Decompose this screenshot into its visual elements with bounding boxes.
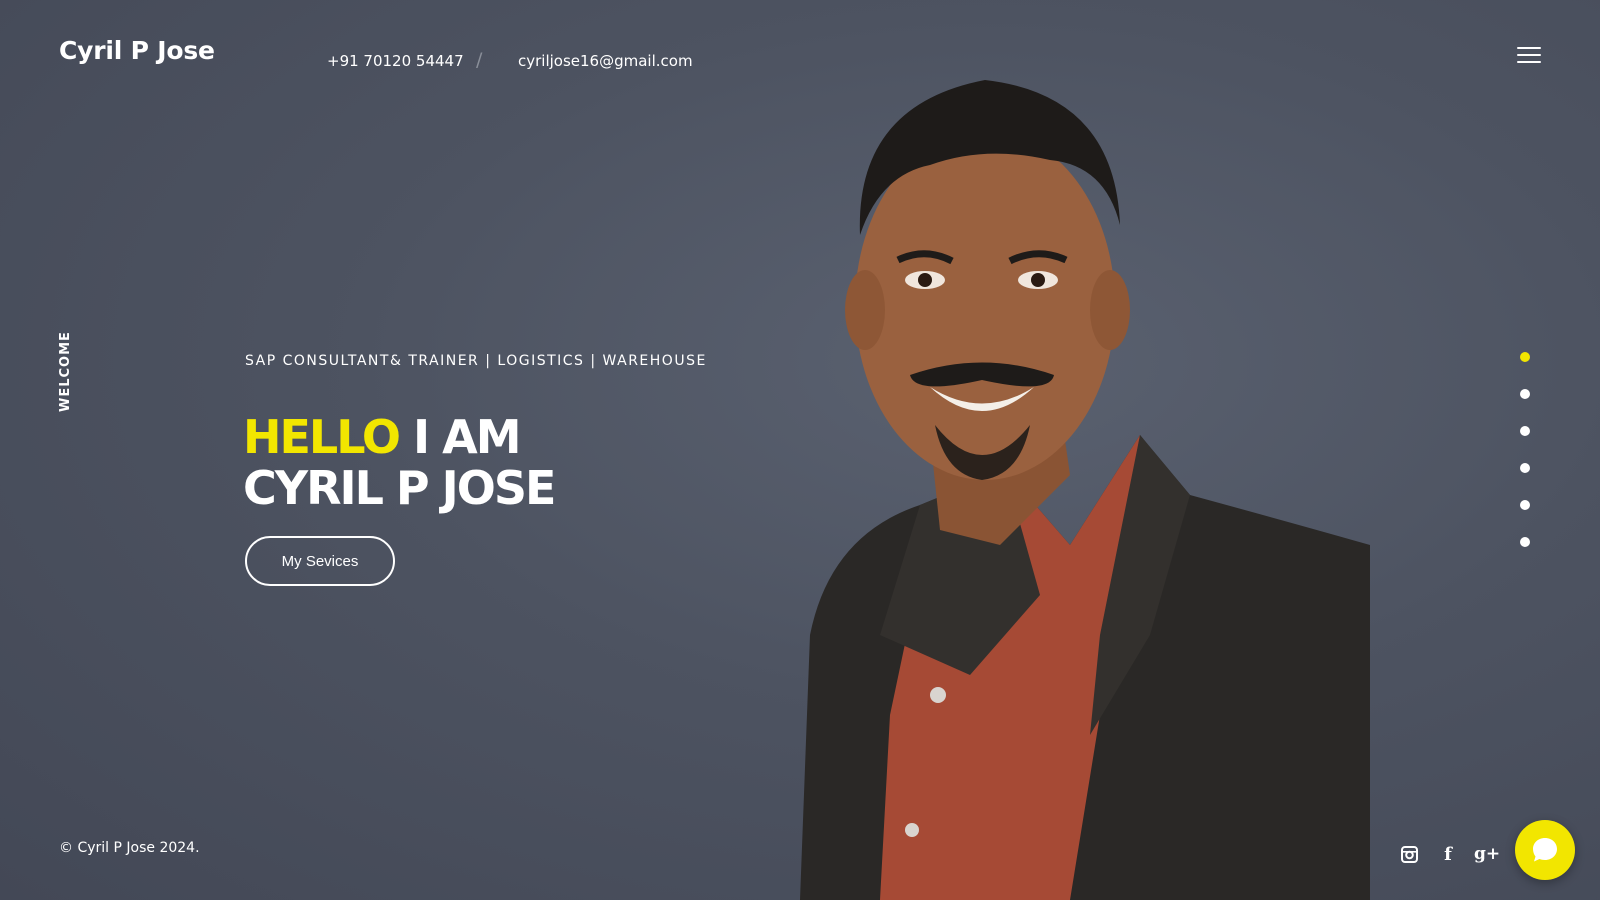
hamburger-icon[interactable]	[1517, 47, 1541, 63]
slide-dot[interactable]	[1520, 426, 1530, 436]
my-services-button[interactable]: My Sevices	[245, 536, 395, 586]
hero-tagline: SAP CONSULTANT& TRAINER | LOGISTICS | WA…	[245, 353, 707, 369]
contact-separator: /	[476, 49, 483, 71]
profile-photo	[800, 80, 1370, 900]
google-plus-icon[interactable]: g+	[1474, 843, 1500, 865]
slide-dot[interactable]	[1520, 500, 1530, 510]
phone-link[interactable]: +91 70120 54447	[327, 52, 464, 70]
facebook-icon[interactable]: f	[1437, 843, 1459, 865]
hero-headline: HELLO I AM CYRIL P JOSE	[243, 410, 556, 515]
headline-rest: I AM	[399, 410, 522, 464]
copyright-text: © Cyril P Jose 2024.	[59, 840, 200, 856]
headline-highlight: HELLO	[243, 410, 401, 464]
slide-dot[interactable]	[1520, 352, 1530, 362]
headline-name: CYRIL P JOSE	[243, 461, 556, 515]
slide-dot[interactable]	[1520, 463, 1530, 473]
slide-dot[interactable]	[1520, 537, 1530, 547]
slide-dot[interactable]	[1520, 389, 1530, 399]
chat-bubble-icon[interactable]	[1515, 820, 1575, 880]
brand-logo[interactable]: Cyril P Jose	[59, 36, 215, 65]
instagram-icon[interactable]	[1398, 843, 1420, 865]
welcome-label: WELCOME	[58, 331, 73, 412]
email-link[interactable]: cyriljose16@gmail.com	[518, 52, 693, 70]
